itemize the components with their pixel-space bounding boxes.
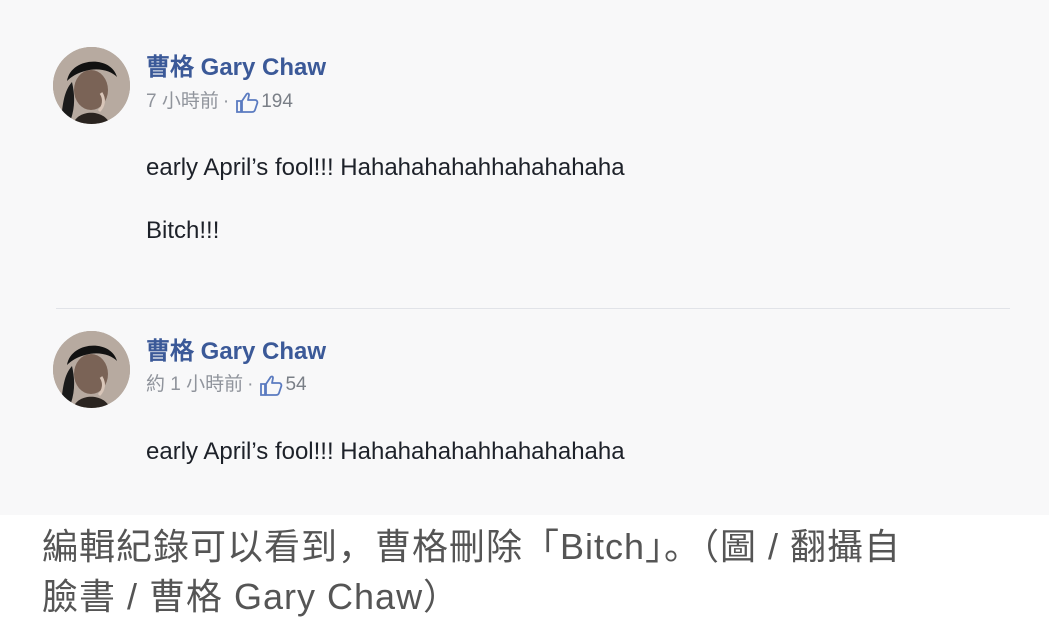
meta-separator: ·: [247, 374, 254, 395]
caption-line: 編輯紀錄可以看到，曹格刪除「Bitch」。（圖 / 翻攝自: [42, 526, 902, 567]
like-count[interactable]: 54: [285, 373, 306, 397]
facebook-edit-history-screenshot: 曹格 Gary Chaw 7 小時前 · 194 early April’s f…: [0, 0, 1049, 515]
thumbs-up-icon[interactable]: [235, 91, 259, 113]
caption-line: 臉書 / 曹格 Gary Chaw）: [42, 576, 461, 617]
meta-separator: ·: [222, 91, 230, 112]
post-timestamp[interactable]: 約 1 小時前: [146, 373, 243, 397]
post-meta: 7 小時前 · 194: [146, 90, 293, 114]
author-avatar[interactable]: [53, 47, 130, 124]
author-name-link[interactable]: 曹格 Gary Chaw: [146, 53, 326, 83]
post-text-line: early April’s fool!!! Hahahahahahhahahah…: [146, 154, 625, 181]
profile-photo-icon: [53, 331, 130, 408]
post-revision-latest: 曹格 Gary Chaw 7 小時前 · 194 early April’s f…: [0, 0, 1049, 295]
post-meta: 約 1 小時前 · 54: [146, 373, 307, 397]
image-caption: 編輯紀錄可以看到，曹格刪除「Bitch」。（圖 / 翻攝自 臉書 / 曹格 Ga…: [42, 522, 1022, 622]
like-count[interactable]: 194: [261, 90, 293, 114]
thumbs-up-icon[interactable]: [259, 374, 283, 396]
post-revision-earlier: 曹格 Gary Chaw 約 1 小時前 · 54 early April’s …: [0, 295, 1049, 515]
author-name-link[interactable]: 曹格 Gary Chaw: [146, 337, 326, 367]
author-avatar[interactable]: [53, 331, 130, 408]
post-timestamp[interactable]: 7 小時前: [146, 90, 219, 114]
post-text-line: early April’s fool!!! Hahahahahahhahahah…: [146, 438, 625, 465]
profile-photo-icon: [53, 47, 130, 124]
post-text-line: Bitch!!!: [146, 217, 220, 244]
